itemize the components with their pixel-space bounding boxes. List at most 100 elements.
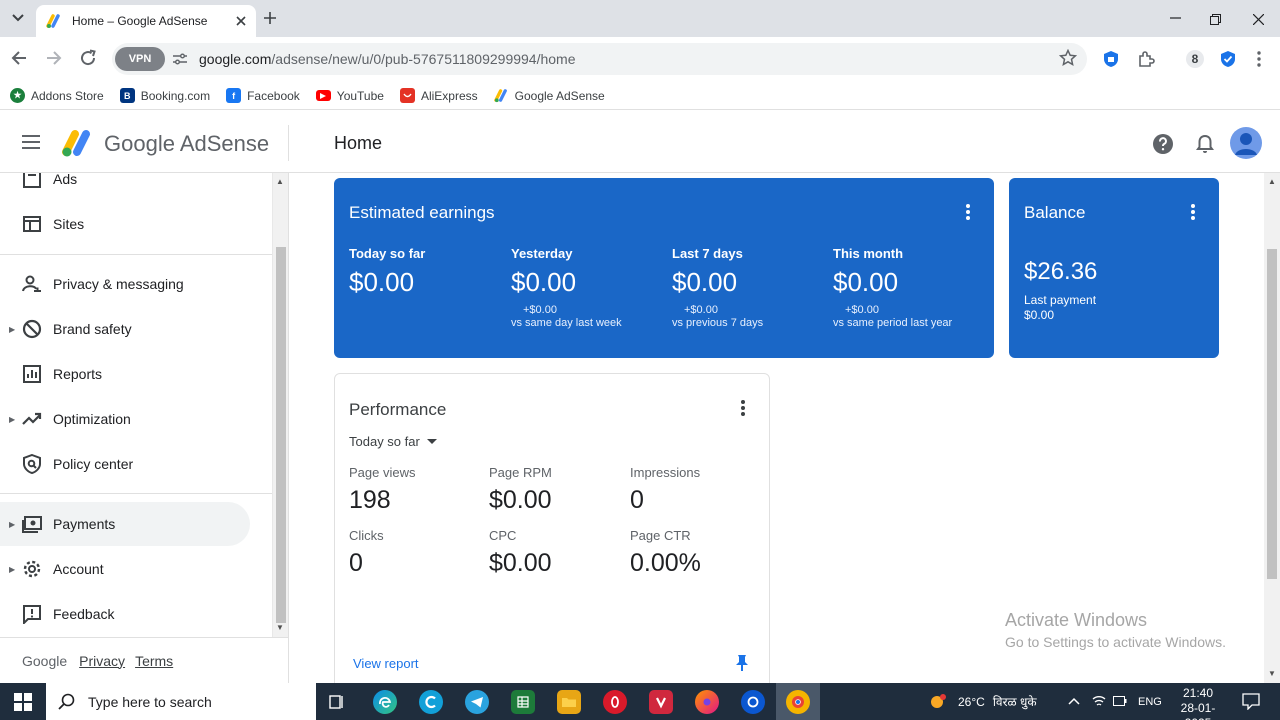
sidebar-item-ads[interactable]: Ads: [0, 173, 250, 201]
bookmark-google-adsense[interactable]: Google AdSense: [493, 88, 605, 103]
bookmark-label: Google AdSense: [514, 88, 605, 103]
windows-taskbar: Type here to search 26°C विरळ धुके ENG 2…: [0, 683, 1280, 720]
pin-icon[interactable]: [735, 654, 749, 672]
network-icon[interactable]: [1092, 694, 1106, 708]
sidebar-item-payments[interactable]: ▶ Payments: [0, 502, 250, 546]
new-tab-button[interactable]: [264, 8, 276, 29]
site-info-icon[interactable]: [171, 50, 189, 68]
taskbar-clock[interactable]: 21:40 28-01-2025: [1168, 686, 1228, 720]
adsense-icon: [493, 89, 507, 103]
date-range-label: Today so far: [349, 434, 420, 449]
person-icon: [1235, 133, 1257, 155]
bookmark-aliexpress[interactable]: AliExpress: [399, 88, 478, 103]
account-avatar[interactable]: [1230, 127, 1262, 159]
address-bar[interactable]: VPN google.com/adsense/new/u/0/pub-57675…: [112, 43, 1087, 75]
language-indicator[interactable]: ENG: [1138, 683, 1162, 720]
sites-icon: [23, 216, 41, 232]
metric-comparison: vs same period last year: [833, 317, 953, 329]
vivaldi-icon[interactable]: [649, 690, 673, 714]
adsense-logo: [62, 130, 90, 157]
maximize-button[interactable]: [1210, 12, 1221, 28]
bookmark-booking[interactable]: B Booking.com: [119, 88, 210, 103]
browser-menu-icon[interactable]: [1250, 50, 1268, 68]
main-menu-icon[interactable]: [22, 135, 40, 149]
app-blue-ring-icon[interactable]: [741, 690, 765, 714]
sidebar-item-account[interactable]: ▶ Account: [0, 547, 250, 591]
app-c-icon[interactable]: [419, 690, 443, 714]
footer-privacy-link[interactable]: Privacy: [79, 653, 125, 669]
performance-more-icon[interactable]: [741, 400, 745, 416]
chevron-up-icon[interactable]: [1068, 697, 1080, 705]
close-window-button[interactable]: [1252, 12, 1265, 28]
puzzle-extensions-icon[interactable]: [1137, 50, 1155, 68]
sidebar-item-reports[interactable]: Reports: [0, 352, 250, 396]
chevron-down-icon: [12, 14, 24, 22]
sidebar-item-privacy[interactable]: Privacy & messaging: [0, 262, 250, 306]
shield-extension-icon[interactable]: [1102, 50, 1120, 68]
tab-search-button[interactable]: [8, 8, 28, 28]
perf-metric-page-views: Page views 198: [349, 465, 479, 515]
task-view-icon[interactable]: [328, 693, 346, 711]
scroll-up-arrow-icon[interactable]: ▲: [276, 177, 284, 186]
firefox-icon[interactable]: [695, 690, 719, 714]
view-report-link[interactable]: View report: [353, 656, 419, 671]
scroll-down-arrow-icon[interactable]: ▼: [1268, 669, 1276, 678]
file-explorer-icon[interactable]: [557, 690, 581, 714]
sidebar-item-feedback[interactable]: Feedback: [0, 592, 250, 636]
profile-avatar-button[interactable]: 8: [1186, 50, 1204, 68]
close-icon[interactable]: [236, 16, 246, 26]
shield-check-icon[interactable]: [1219, 50, 1237, 68]
scroll-down-arrow-icon[interactable]: ▼: [276, 623, 284, 632]
vpn-badge[interactable]: VPN: [115, 47, 165, 71]
expand-arrow-icon[interactable]: ▶: [9, 565, 15, 574]
spreadsheet-app-icon[interactable]: [511, 690, 535, 714]
taskbar-search-box[interactable]: Type here to search: [46, 683, 316, 720]
sidebar-scrollbar[interactable]: ▲ ▼: [272, 173, 288, 637]
perf-metric-page-rpm: Page RPM $0.00: [489, 465, 619, 515]
main-scrollbar[interactable]: ▲ ▼: [1264, 173, 1280, 683]
sidebar-item-brand-safety[interactable]: ▶ Brand safety: [0, 307, 250, 351]
opera-icon[interactable]: [603, 690, 627, 714]
sidebar-scrollbar-thumb[interactable]: [276, 247, 286, 623]
expand-arrow-icon[interactable]: ▶: [9, 415, 15, 424]
url-text[interactable]: google.com/adsense/new/u/0/pub-576751180…: [199, 51, 576, 67]
bookmark-star-button[interactable]: [1058, 48, 1078, 72]
earnings-more-icon[interactable]: [966, 204, 970, 220]
sidebar-item-optimization[interactable]: ▶ Optimization: [0, 397, 250, 441]
footer-google: Google: [22, 652, 68, 669]
scroll-up-arrow-icon[interactable]: ▲: [1268, 177, 1276, 186]
forward-button[interactable]: [45, 49, 63, 72]
notifications-bell-icon[interactable]: [1194, 133, 1216, 155]
browser-tab-active[interactable]: Home – Google AdSense: [36, 5, 256, 37]
sidebar-item-policy-center[interactable]: Policy center: [0, 442, 250, 486]
date-range-dropdown[interactable]: Today so far: [349, 434, 437, 449]
reload-button[interactable]: [79, 49, 97, 72]
chrome-browser-icon[interactable]: [786, 690, 810, 714]
metric-label: Today so far: [349, 246, 426, 261]
balance-title: Balance: [1024, 203, 1086, 222]
minimize-button[interactable]: [1170, 10, 1181, 26]
metric-label: Last 7 days: [672, 246, 743, 261]
footer-terms-link[interactable]: Terms: [135, 653, 173, 669]
perf-metric-page-ctr: Page CTR 0.00%: [630, 528, 760, 578]
youtube-icon: [315, 90, 331, 101]
bookmark-youtube[interactable]: YouTube: [315, 89, 384, 103]
clock-date: 28-01-2025: [1180, 701, 1216, 720]
notification-center-icon[interactable]: [1242, 693, 1260, 710]
telegram-icon[interactable]: [465, 690, 489, 714]
main-scrollbar-thumb[interactable]: [1267, 249, 1277, 579]
weather-widget[interactable]: 26°C विरळ धुके: [928, 683, 1037, 720]
edge-browser-icon[interactable]: [373, 690, 397, 714]
bookmark-addons-store[interactable]: ★ Addons Store: [10, 88, 104, 103]
help-icon[interactable]: [1152, 133, 1174, 155]
back-button[interactable]: [10, 49, 28, 72]
expand-arrow-icon[interactable]: ▶: [9, 325, 15, 334]
expand-arrow-icon[interactable]: ▶: [9, 520, 15, 529]
windows-start-icon[interactable]: [14, 693, 32, 711]
browser-toolbar: VPN google.com/adsense/new/u/0/pub-57675…: [0, 37, 1280, 82]
bookmark-facebook[interactable]: f Facebook: [226, 88, 300, 103]
sidebar-item-sites[interactable]: Sites: [0, 202, 250, 246]
bookmark-label: Addons Store: [31, 88, 104, 103]
battery-icon[interactable]: [1113, 696, 1127, 706]
balance-more-icon[interactable]: [1191, 204, 1195, 220]
